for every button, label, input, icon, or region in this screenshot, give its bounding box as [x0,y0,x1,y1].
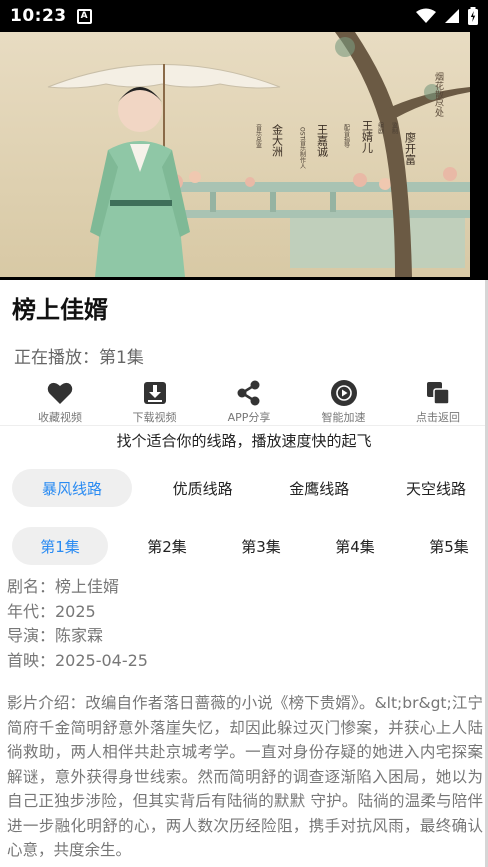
share-button[interactable]: APP分享 [211,378,287,425]
video-player[interactable]: 廖开富 王婧儿 王嘉诚 金大洲 监制 编剧 配音指导 OST音乐制作人 音乐总监… [0,32,488,280]
info-director: 导演：陈家霖 [7,626,104,645]
video-title: 榜上佳婿 [12,296,108,324]
poster-credit-2: 王婧儿 [361,120,374,153]
download-button[interactable]: 下载视频 [117,378,193,425]
favorite-label: 收藏视频 [38,411,82,424]
now-playing-label: 正在播放：第1集 [14,348,144,368]
back-label: 点击返回 [416,411,460,424]
accelerate-button[interactable]: 智能加速 [306,378,382,425]
episode-1[interactable]: 第1集 [12,527,108,565]
favorite-button[interactable]: 收藏视频 [22,378,98,425]
line-tab-4[interactable]: 天空线路 [390,469,482,507]
poster-role-5: 音乐总监 [255,123,262,148]
poster-role-3: 配音指导 [343,124,350,148]
poster-role-2: 编剧 [377,121,384,135]
info-year: 年代：2025 [7,601,96,621]
poster-role-1: 监制 [391,121,398,135]
episode-3[interactable]: 第3集 [226,527,296,565]
download-icon [143,378,167,408]
share-icon [236,378,262,408]
line-tab-1[interactable]: 暴风线路 [12,469,132,507]
status-bar: 10:23 A [0,0,488,32]
copy-back-icon [426,378,450,408]
share-label: APP分享 [227,411,271,424]
accelerate-label: 智能加速 [321,411,366,424]
poster-credit-4: 金大洲 [271,123,284,157]
poster-tagline: 烟花散尽处 [433,71,444,118]
episode-4[interactable]: 第4集 [320,527,390,565]
heart-icon [47,378,73,408]
info-premiere: 首映：2025-04-25 [7,650,148,670]
episode-2[interactable]: 第2集 [132,527,202,565]
line-tab-3[interactable]: 金鹰线路 [273,469,365,507]
video-poster: 廖开富 王婧儿 王嘉诚 金大洲 监制 编剧 配音指导 OST音乐制作人 音乐总监… [0,32,488,280]
episode-selector: 第1集 第2集 第3集 第4集 第5集 [12,527,484,565]
wifi-icon [416,8,436,23]
line-selector: 暴风线路 优质线路 金鹰线路 天空线路 [12,469,482,507]
battery-icon [468,7,478,25]
episode-5[interactable]: 第5集 [414,527,484,565]
download-label: 下载视频 [132,411,177,424]
status-time: 10:23 [10,6,67,26]
poster-role-4: OST音乐制作人 [299,127,306,169]
info-name: 剧名：榜上佳婿 [7,577,120,596]
video-description: 影片介绍：改编自作者落日蔷薇的小说《榜下贵婿》。&lt;br&gt;江宁简府千金… [7,694,483,859]
line-tab-2[interactable]: 优质线路 [157,469,249,507]
back-button[interactable]: 点击返回 [400,378,476,425]
signal-icon [445,9,459,23]
play-circle-icon [330,378,358,408]
poster-credit-1: 廖开富 [404,131,417,166]
line-hint: 找个适合你的线路，播放速度快的起飞 [116,432,372,450]
poster-credit-3: 王嘉诚 [316,124,329,157]
notification-icon: A [76,8,92,24]
action-bar: 收藏视频 下载视频 APP分享 智能加速 点击返回 [0,378,488,426]
video-info: 剧名：榜上佳婿 年代：2025 导演：陈家霖 首映：2025-04-25 [7,575,148,673]
